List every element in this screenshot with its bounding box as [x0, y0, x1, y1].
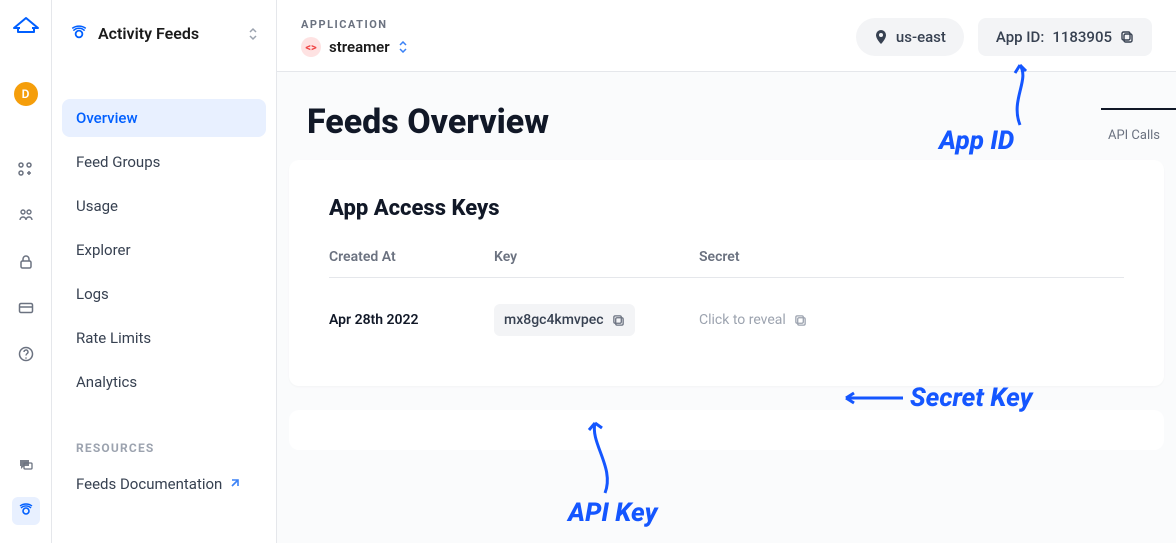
nav-label: Logs [76, 285, 109, 303]
nav-explorer[interactable]: Explorer [62, 231, 266, 269]
sidebar-section-selector[interactable]: Activity Feeds [62, 18, 266, 49]
divider-stub [1101, 108, 1176, 110]
app-name: streamer [329, 38, 390, 56]
nav-label: Analytics [76, 373, 137, 391]
billing-icon[interactable] [12, 294, 40, 322]
page-title: Feeds Overview [277, 102, 1176, 142]
chevron-updown-icon [248, 27, 258, 41]
api-calls-label: API Calls [1108, 128, 1160, 143]
nav-label: Usage [76, 197, 118, 215]
help-icon[interactable] [12, 340, 40, 368]
api-key-chip[interactable]: mx8gc4kmvpec [494, 304, 635, 336]
topbar: APPLICATION <> streamer us-east [277, 0, 1176, 72]
activity-icon[interactable] [12, 497, 40, 525]
reveal-secret-label: Click to reveal [699, 312, 786, 328]
team-icon[interactable] [12, 202, 40, 230]
resources-heading: RESOURCES [62, 441, 266, 455]
nav-overview[interactable]: Overview [62, 99, 266, 137]
application-label: APPLICATION [301, 18, 408, 31]
apps-icon[interactable] [12, 156, 40, 184]
th-created: Created At [329, 249, 494, 265]
reveal-secret-button[interactable]: Click to reveal [699, 312, 807, 328]
icon-rail: D [0, 0, 52, 543]
sort-icon [398, 41, 408, 53]
app-selector[interactable]: <> streamer [301, 37, 408, 57]
region-pill[interactable]: us-east [856, 18, 964, 56]
content: Feeds Overview API Calls App Access Keys… [277, 72, 1176, 543]
nav-label: Overview [76, 109, 138, 127]
nav-logs[interactable]: Logs [62, 275, 266, 313]
api-key-value: mx8gc4kmvpec [504, 312, 604, 328]
external-link-icon [228, 478, 240, 490]
avatar[interactable]: D [14, 82, 38, 106]
nav-label: Rate Limits [76, 329, 151, 347]
next-card [289, 410, 1164, 450]
sidebar-section-title: Activity Feeds [98, 24, 238, 43]
td-created: Apr 28th 2022 [329, 312, 494, 328]
copy-icon[interactable] [612, 314, 625, 327]
logo-icon[interactable] [12, 14, 40, 34]
sidebar: Activity Feeds Overview Feed Groups Usag… [52, 0, 277, 543]
avatar-initial: D [22, 87, 30, 101]
app-id-label: App ID: [996, 28, 1044, 46]
access-keys-card: App Access Keys Created At Key Secret Ap… [289, 160, 1164, 386]
th-secret: Secret [699, 249, 1124, 265]
activity-feeds-icon [70, 25, 88, 43]
chat-icon[interactable] [12, 451, 40, 479]
app-id-value: 1183905 [1052, 28, 1112, 46]
nav-label: Explorer [76, 241, 131, 259]
nav-feed-groups[interactable]: Feed Groups [62, 143, 266, 181]
table-row: Apr 28th 2022 mx8gc4kmvpec Click to reve… [329, 278, 1124, 336]
table-header-row: Created At Key Secret [329, 249, 1124, 278]
copy-icon [794, 314, 807, 327]
nav-analytics[interactable]: Analytics [62, 363, 266, 401]
feeds-documentation-link[interactable]: Feeds Documentation [62, 467, 266, 501]
main: APPLICATION <> streamer us-east [277, 0, 1176, 543]
doc-link-label: Feeds Documentation [76, 475, 222, 493]
location-icon [874, 29, 888, 45]
nav-usage[interactable]: Usage [62, 187, 266, 225]
region-text: us-east [896, 28, 946, 46]
app-id-pill[interactable]: App ID: 1183905 [978, 18, 1152, 56]
access-keys-heading: App Access Keys [329, 196, 1124, 221]
nav-rate-limits[interactable]: Rate Limits [62, 319, 266, 357]
nav-label: Feed Groups [76, 153, 160, 171]
th-key: Key [494, 249, 699, 265]
lock-icon[interactable] [12, 248, 40, 276]
application-block: APPLICATION <> streamer [301, 18, 408, 57]
copy-icon[interactable] [1120, 30, 1134, 44]
code-icon: <> [301, 37, 321, 57]
